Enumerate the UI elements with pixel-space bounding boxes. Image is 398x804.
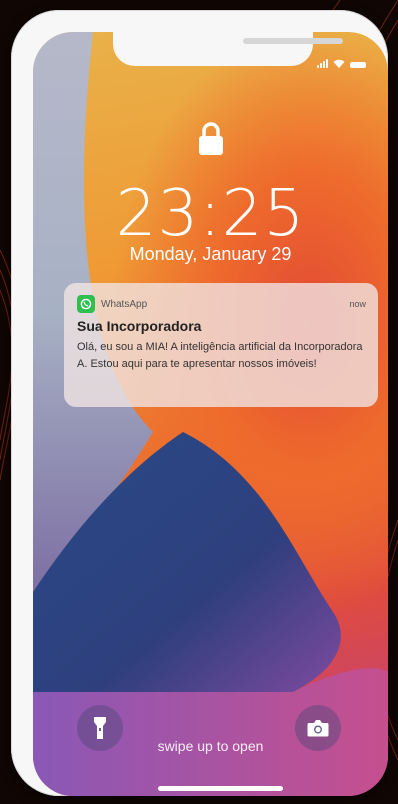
notification-header: WhatsApp now xyxy=(77,295,366,313)
home-indicator[interactable] xyxy=(158,786,283,791)
whatsapp-icon xyxy=(77,295,95,313)
lock-time: 23:25 xyxy=(115,177,306,251)
camera-button[interactable] xyxy=(295,705,341,751)
speaker-grille xyxy=(243,38,343,44)
notification-body: Olá, eu sou a MIA! A inteligência artifi… xyxy=(77,341,363,370)
notification-card[interactable]: WhatsApp now Sua Incorporadora Olá, eu s… xyxy=(64,283,378,407)
status-bar xyxy=(317,56,366,68)
notch xyxy=(113,32,343,66)
lock-screen[interactable]: 23:25 Monday, January 29 WhatsApp now Su… xyxy=(33,32,388,796)
flashlight-icon xyxy=(94,717,106,739)
wifi-icon xyxy=(333,59,345,68)
notification-time: now xyxy=(349,299,366,309)
notification-app-name: WhatsApp xyxy=(101,298,148,310)
signal-bars-icon xyxy=(317,59,328,68)
notification-title: Sua Incorporadora xyxy=(77,318,202,334)
lock-icon xyxy=(199,122,223,155)
camera-icon xyxy=(307,720,329,737)
battery-icon xyxy=(350,62,366,68)
lock-date: Monday, January 29 xyxy=(129,244,292,264)
phone-frame: 23:25 Monday, January 29 WhatsApp now Su… xyxy=(11,10,388,796)
